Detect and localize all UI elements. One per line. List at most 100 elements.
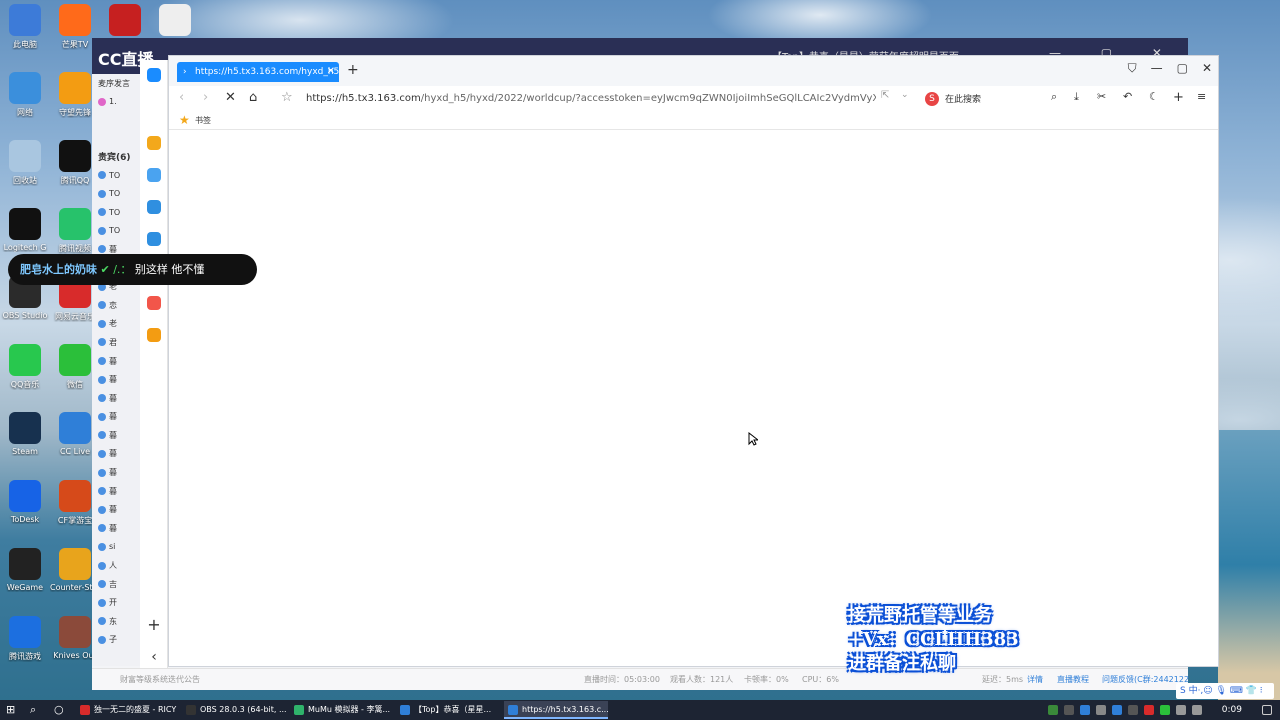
avatar — [98, 412, 106, 421]
guest-list-item[interactable]: 暮 — [92, 482, 140, 501]
guest-list-item[interactable]: 暮 — [92, 519, 140, 538]
system-tray: 0:09 — [1047, 700, 1280, 720]
new-tab-button[interactable]: + — [347, 62, 359, 78]
guest-name: 暮 — [109, 468, 117, 478]
undo-icon[interactable]: ↶ — [1123, 90, 1132, 103]
night-mode-icon[interactable]: ☾ — [1149, 90, 1159, 103]
desktop-icon[interactable] — [150, 4, 200, 39]
chevron-down-icon[interactable]: ⌄ — [901, 90, 909, 100]
desktop-icon[interactable]: 回收站 — [0, 140, 50, 186]
desktop-icon[interactable]: 网络 — [0, 72, 50, 118]
desktop-icon[interactable]: Logitech G — [0, 208, 50, 252]
guest-list-item[interactable]: 暮 — [92, 500, 140, 519]
guest-list-item[interactable]: 暮 — [92, 426, 140, 445]
network-icon[interactable] — [1175, 705, 1186, 715]
guest-list-item[interactable]: 暮 — [92, 463, 140, 482]
tray-icon[interactable] — [1095, 705, 1106, 715]
taskbar-app-button[interactable]: OBS 28.0.3 (64-bit, ... — [182, 701, 288, 719]
guest-list-item[interactable]: si — [92, 538, 140, 557]
status-tutorial-link[interactable]: 直播教程 — [1057, 674, 1089, 685]
guest-list-item[interactable]: TO — [92, 166, 140, 185]
minimize-button[interactable]: — — [1151, 61, 1163, 76]
promo-line-2: +Vx：CCLHH383 — [848, 629, 1019, 650]
status-cpu: CPU：6% — [802, 675, 839, 684]
taskbar-app-button[interactable]: 独一无二的盛夏 - RICY — [76, 701, 180, 719]
guest-list-item[interactable]: 暮 — [92, 408, 140, 427]
close-window-button[interactable]: ✕ — [1202, 61, 1212, 76]
desktop-icon[interactable]: 此电脑 — [0, 4, 50, 50]
add-icon[interactable]: + — [147, 617, 161, 633]
windows-start-icon[interactable]: ⊞ — [6, 703, 15, 717]
desktop-icon[interactable]: WeGame — [0, 548, 50, 592]
taskbar-app-button[interactable]: 【Top】恭喜（星星... — [396, 701, 502, 719]
search-engine-icon[interactable]: S — [925, 92, 939, 106]
guest-list-item[interactable]: 老 — [92, 315, 140, 334]
shirt-icon[interactable]: ⛉ — [1128, 61, 1137, 76]
browser-tab[interactable]: › https://h5.tx3.163.com/hyxd_h5/h ✕ — [177, 62, 339, 82]
guest-list-item[interactable]: 暮 — [92, 352, 140, 371]
desktop-icon[interactable]: QQ音乐 — [0, 344, 50, 390]
guest-list-item[interactable]: 开 — [92, 593, 140, 612]
share-icon[interactable]: ⇱ — [881, 90, 889, 101]
tshirt-icon[interactable] — [147, 200, 161, 214]
task-view-icon[interactable]: ○ — [54, 703, 64, 717]
tray-icon[interactable] — [1063, 705, 1074, 715]
taskbar-app-button[interactable]: https://h5.tx3.163.c... — [504, 701, 608, 719]
guest-list-item[interactable]: 东 — [92, 612, 140, 631]
ime-toolbar[interactable]: S 中·,☺ 🎙 ⌨ 👕 ⁝ — [1176, 683, 1274, 699]
add-icon[interactable]: + — [1173, 90, 1184, 105]
guest-list-item[interactable]: 人 — [92, 556, 140, 575]
guest-list-item[interactable]: 子 — [92, 631, 140, 650]
download-icon[interactable]: ⤓ — [1074, 90, 1079, 104]
guest-list-item[interactable]: TO — [92, 222, 140, 241]
guest-list-item[interactable]: 恋 — [92, 296, 140, 315]
tray-icon[interactable] — [1079, 705, 1090, 715]
status-announcement[interactable]: 财富等级系统迭代公告 — [120, 674, 200, 685]
scissors-icon[interactable]: ✂ — [1097, 90, 1106, 103]
guest-list-item[interactable]: 暮 — [92, 445, 140, 464]
close-icon[interactable]: ✕ — [327, 62, 335, 82]
page-content[interactable] — [169, 130, 1218, 666]
desktop-icon[interactable]: Steam — [0, 412, 50, 456]
collapse-icon[interactable]: ‹ — [147, 650, 161, 664]
search-icon[interactable]: ⌕ — [30, 703, 36, 717]
search-box[interactable]: 在此搜索 — [945, 92, 981, 105]
desktop-icon[interactable]: ToDesk — [0, 480, 50, 524]
forward-button[interactable]: › — [203, 90, 208, 105]
menu-icon[interactable]: ≡ — [1197, 90, 1206, 103]
bluetooth-icon[interactable] — [1111, 705, 1122, 715]
desktop-icon[interactable] — [100, 4, 150, 39]
address-bar[interactable]: https://h5.tx3.163.com/hyxd_h5/hyxd/2022… — [306, 89, 876, 109]
home-icon[interactable] — [147, 68, 161, 82]
maximize-button[interactable]: ▢ — [1177, 61, 1188, 76]
clock[interactable]: 0:09 — [1222, 705, 1242, 715]
status-detail-link[interactable]: 详情 — [1027, 674, 1043, 685]
search-icon[interactable] — [147, 328, 161, 342]
taskbar-app-button[interactable]: MuMu 模拟器 - 李篱... — [290, 701, 394, 719]
back-button[interactable]: ‹ — [179, 90, 184, 105]
guest-list-item[interactable]: TO — [92, 184, 140, 203]
volume-icon[interactable] — [1191, 705, 1202, 715]
notification-icon[interactable] — [1262, 705, 1272, 715]
guest-list-item[interactable]: 暮 — [92, 370, 140, 389]
bookmark-star-icon[interactable]: ☆ — [281, 90, 293, 105]
pdf-icon[interactable] — [147, 296, 161, 310]
tray-icon[interactable] — [1047, 705, 1058, 715]
guest-list-item[interactable]: 暮 — [92, 389, 140, 408]
clock-icon[interactable] — [147, 168, 161, 182]
bookmarks-label[interactable]: 书签 — [195, 115, 211, 126]
guest-list-item[interactable]: 君 — [92, 333, 140, 352]
tray-icon[interactable] — [1143, 705, 1154, 715]
stop-button[interactable]: ✕ — [225, 90, 236, 105]
tray-icon[interactable] — [1127, 705, 1138, 715]
guest-list-item[interactable]: TO — [92, 203, 140, 222]
game-icon[interactable] — [147, 232, 161, 246]
page-icon: › — [183, 67, 187, 77]
desktop-icon[interactable]: 腾讯游戏 — [0, 616, 50, 662]
home-button[interactable]: ⌂ — [249, 90, 257, 105]
nav-toolbar: ‹ › ✕ ⌂ ☆ https://h5.tx3.163.com/hyxd_h5… — [169, 86, 1218, 112]
guest-list-item[interactable]: 吉 — [92, 575, 140, 594]
star-icon[interactable] — [147, 136, 161, 150]
wechat-icon[interactable] — [1159, 705, 1170, 715]
search-icon[interactable]: ⌕ — [1051, 90, 1057, 104]
